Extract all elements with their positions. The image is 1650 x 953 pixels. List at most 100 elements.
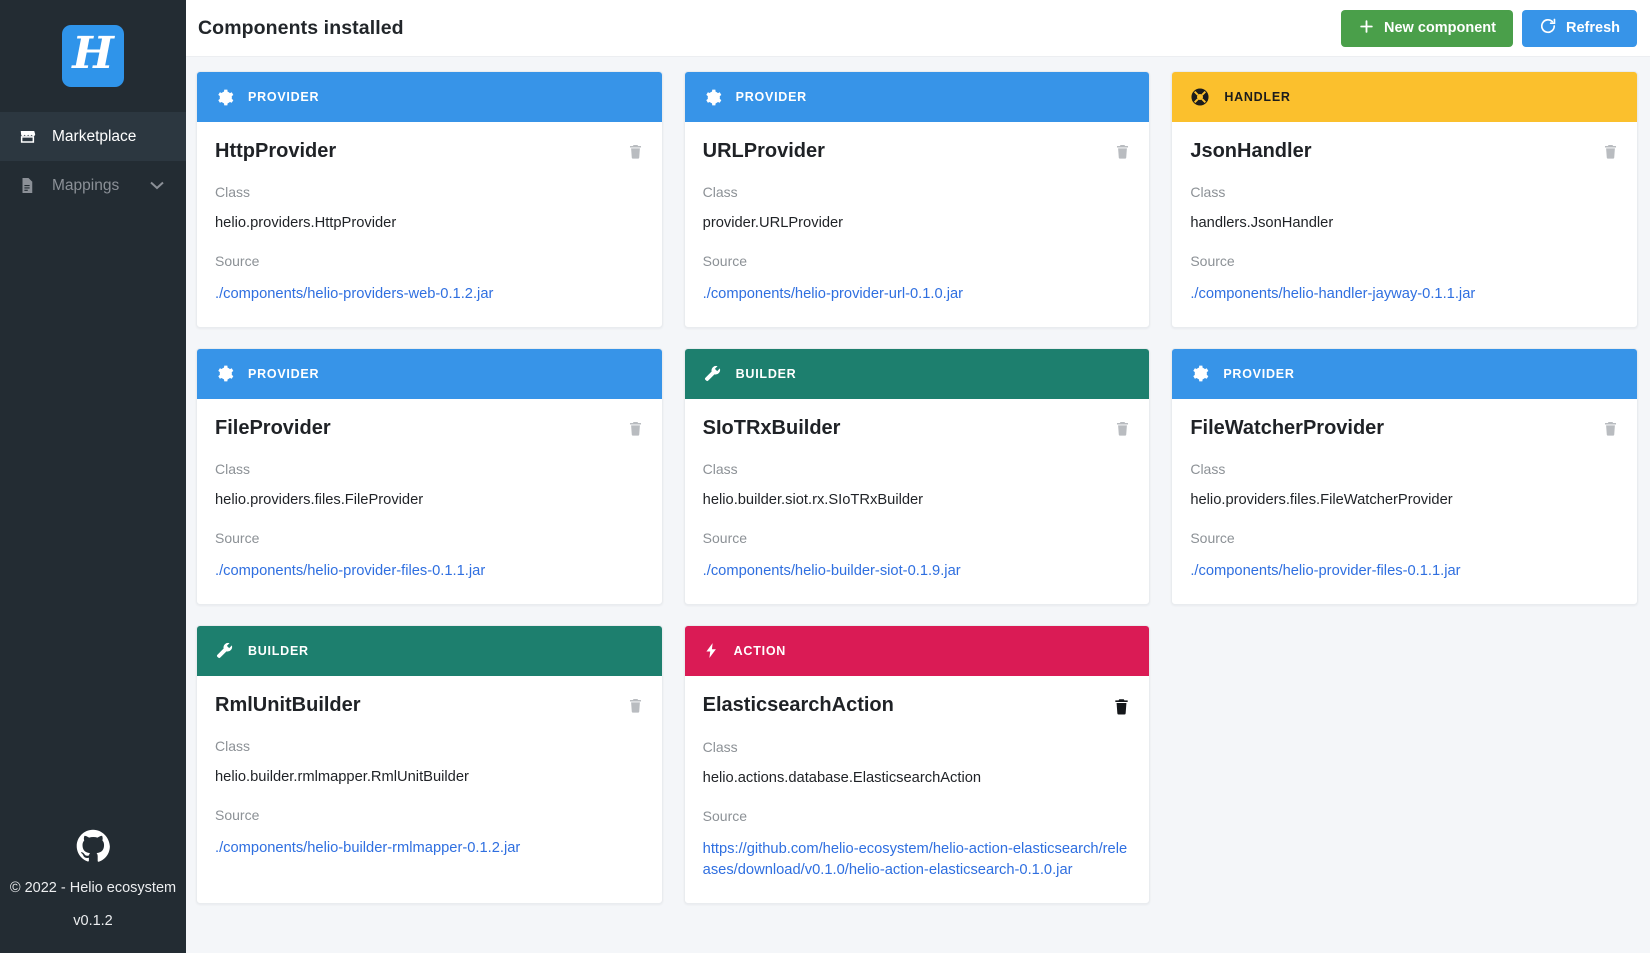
sidebar: H Marketplace Mappings © 2022 - Helio ec… <box>0 0 186 953</box>
component-source-link[interactable]: ./components/helio-provider-url-0.1.0.ja… <box>703 284 1132 305</box>
github-icon[interactable] <box>76 829 110 863</box>
component-card: PROVIDER HttpProvider Class helio.providers… <box>196 71 663 328</box>
plus-icon <box>1358 18 1375 39</box>
component-name: FileProvider <box>215 416 331 439</box>
refresh-label: Refresh <box>1566 20 1620 36</box>
source-label: Source <box>215 806 260 823</box>
class-label: Class <box>702 184 738 200</box>
delete-component-button[interactable] <box>627 696 644 715</box>
component-class: helio.providers.files.FileProvider <box>215 491 424 508</box>
wrench-icon <box>215 641 234 660</box>
component-class: helio.providers.files.FileWatcherProvide… <box>1190 491 1453 508</box>
component-card: ACTION ElasticsearchAction Class helio.acti… <box>683 624 1151 904</box>
delete-component-button[interactable] <box>1602 142 1619 161</box>
component-card: HANDLER JsonHandler Class handlers.JsonHand… <box>1171 71 1638 328</box>
source-label: Source <box>1190 253 1235 269</box>
delete-component-button[interactable] <box>1602 419 1619 438</box>
bolt-icon <box>703 641 720 660</box>
delete-component-button[interactable] <box>1114 419 1131 438</box>
component-card: PROVIDER URLProvider Class provider.URLProv… <box>683 71 1151 328</box>
delete-component-button[interactable] <box>1114 142 1131 161</box>
card-body: FileProvider Class helio.providers.files.F… <box>197 399 662 604</box>
component-kind-label: BUILDER <box>248 643 309 658</box>
component-source-link[interactable]: ./components/helio-provider-files-0.1.1.… <box>215 561 644 582</box>
main-area: Components installed New component Refre… <box>186 0 1650 953</box>
card-header: PROVIDER <box>197 72 662 122</box>
source-label: Source <box>215 529 260 546</box>
wrench-icon <box>703 364 722 383</box>
component-class: provider.URLProvider <box>702 215 844 231</box>
component-class: handlers.JsonHandler <box>1190 215 1334 231</box>
card-title-row: URLProvider <box>703 140 1132 162</box>
delete-component-button[interactable] <box>627 419 644 438</box>
gear-icon <box>1190 364 1209 383</box>
component-name: RmlUnitBuilder <box>215 693 361 716</box>
component-source-link[interactable]: https://github.com/helio-ecosystem/helio… <box>703 839 1132 881</box>
source-label: Source <box>702 253 748 269</box>
sidebar-footer: © 2022 - Helio ecosystem v0.1.2 <box>0 829 186 953</box>
chevron-down-icon[interactable] <box>150 179 164 193</box>
card-body: ElasticsearchAction Class helio.actions.da… <box>685 676 1150 903</box>
card-body: JsonHandler Class handlers.JsonHandler Sour… <box>1172 122 1637 327</box>
helio-logo[interactable]: H <box>62 25 124 87</box>
card-body: FileWatcherProvider Class helio.providers.… <box>1172 399 1637 604</box>
component-kind-label: ACTION <box>733 643 787 658</box>
card-title-row: FileProvider <box>215 417 644 439</box>
logo-container: H <box>0 0 186 112</box>
sidebar-nav: Marketplace Mappings <box>0 112 186 210</box>
component-card: PROVIDER FileProvider Class helio.providers… <box>196 347 663 605</box>
class-label: Class <box>702 460 738 477</box>
class-label: Class <box>702 738 738 755</box>
component-source-link[interactable]: ./components/helio-builder-siot-0.1.9.ja… <box>703 561 1132 582</box>
class-label: Class <box>1190 460 1226 477</box>
card-title-row: RmlUnitBuilder <box>215 694 644 716</box>
component-source-link[interactable]: ./components/helio-handler-jayway-0.1.1.… <box>1190 284 1619 305</box>
new-component-button[interactable]: New component <box>1341 9 1513 47</box>
card-body: SIoTRxBuilder Class helio.builder.siot.rx.… <box>685 399 1150 604</box>
component-name: JsonHandler <box>1190 140 1312 162</box>
component-source-link[interactable]: ./components/helio-providers-web-0.1.2.j… <box>215 284 644 305</box>
class-label: Class <box>215 184 251 200</box>
component-class: helio.actions.database.ElasticsearchActi… <box>702 769 982 786</box>
lifebuoy-icon <box>1190 87 1210 107</box>
card-header: BUILDER <box>684 348 1150 399</box>
card-header: PROVIDER <box>684 72 1150 122</box>
card-title-row: SIoTRxBuilder <box>703 417 1132 439</box>
component-kind-label: PROVIDER <box>248 90 320 104</box>
card-body: HttpProvider Class helio.providers.HttpPro… <box>197 122 662 327</box>
sidebar-item-marketplace[interactable]: Marketplace <box>0 112 186 161</box>
component-kind-label: PROVIDER <box>248 366 320 381</box>
gear-icon <box>703 88 722 107</box>
component-source-link[interactable]: ./components/helio-builder-rmlmapper-0.1… <box>215 838 644 859</box>
sidebar-item-label: Mappings <box>52 176 120 194</box>
component-source-link[interactable]: ./components/helio-provider-files-0.1.1.… <box>1190 561 1619 582</box>
new-component-label: New component <box>1384 20 1496 36</box>
copyright-text: © 2022 - Helio ecosystem <box>9 880 177 896</box>
card-title-row: JsonHandler <box>1190 140 1619 162</box>
storefront-icon <box>16 127 38 146</box>
component-kind-label: BUILDER <box>735 366 797 381</box>
component-name: HttpProvider <box>215 140 337 162</box>
delete-component-button[interactable] <box>627 142 644 161</box>
component-card: PROVIDER FileWatcherProvider Class helio.pr… <box>1171 347 1638 605</box>
component-class: helio.builder.siot.rx.SIoTRxBuilder <box>702 491 924 508</box>
delete-component-button[interactable] <box>1112 696 1131 717</box>
class-label: Class <box>215 460 251 477</box>
card-title-row: ElasticsearchAction <box>703 694 1132 717</box>
refresh-button[interactable]: Refresh <box>1522 9 1637 47</box>
source-label: Source <box>702 807 748 824</box>
sidebar-item-mappings[interactable]: Mappings <box>0 161 186 210</box>
component-card: BUILDER RmlUnitBuilder Class helio.builder.… <box>196 624 663 904</box>
card-title-row: FileWatcherProvider <box>1190 417 1619 439</box>
card-header: PROVIDER <box>197 348 662 399</box>
card-title-row: HttpProvider <box>215 140 644 162</box>
component-kind-label: PROVIDER <box>735 90 807 104</box>
component-class: helio.builder.rmlmapper.RmlUnitBuilder <box>215 768 469 785</box>
topbar: Components installed New component Refre… <box>186 0 1650 57</box>
class-label: Class <box>1190 184 1226 200</box>
content-scroll: PROVIDER HttpProvider Class helio.providers… <box>186 57 1650 953</box>
components-grid: PROVIDER HttpProvider Class helio.providers… <box>196 71 1638 904</box>
source-label: Source <box>1190 529 1235 546</box>
component-kind-label: HANDLER <box>1224 90 1291 104</box>
gear-icon <box>215 88 234 107</box>
